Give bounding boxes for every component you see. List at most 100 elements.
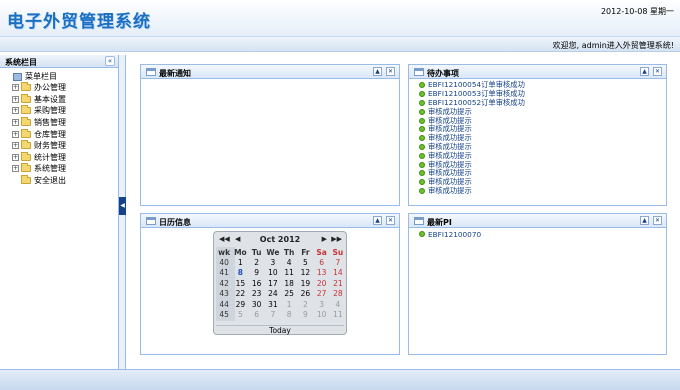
- calendar-day[interactable]: 7: [265, 310, 281, 319]
- calendar-day[interactable]: 7: [330, 258, 346, 267]
- calendar-day[interactable]: 1: [281, 300, 297, 309]
- calendar-day[interactable]: 12: [297, 268, 313, 277]
- calendar-day[interactable]: 30: [249, 300, 265, 309]
- calendar-day[interactable]: 6: [249, 310, 265, 319]
- latest-pi-panel-header[interactable]: 最新PI ▲ ✕: [409, 214, 666, 228]
- calendar-day[interactable]: 2: [249, 258, 265, 267]
- close-button[interactable]: ✕: [386, 67, 395, 76]
- calendar-day[interactable]: 15: [232, 279, 248, 288]
- sidebar-item[interactable]: + 仓库管理: [0, 128, 118, 140]
- sidebar-item[interactable]: 安全退出: [0, 175, 118, 187]
- status-dot-icon: [419, 91, 425, 98]
- calendar-day[interactable]: 10: [314, 310, 330, 319]
- expand-icon[interactable]: +: [12, 119, 19, 127]
- close-button[interactable]: ✕: [653, 67, 662, 76]
- calendar-day[interactable]: 10: [265, 268, 281, 277]
- collapse-arrow-button[interactable]: ◀: [119, 197, 126, 215]
- expand-icon[interactable]: +: [12, 84, 19, 92]
- collapse-sidebar-button[interactable]: «: [105, 56, 115, 66]
- calendar-day[interactable]: 5: [297, 258, 313, 267]
- calendar-day[interactable]: 8: [232, 268, 248, 277]
- calendar-day[interactable]: 16: [249, 279, 265, 288]
- sidebar-item[interactable]: + 办公管理: [0, 82, 118, 94]
- calendar-day[interactable]: 13: [314, 268, 330, 277]
- calendar-day[interactable]: 11: [281, 268, 297, 277]
- calendar-day[interactable]: 11: [330, 310, 346, 319]
- close-button[interactable]: ✕: [653, 216, 662, 225]
- expand-icon[interactable]: +: [12, 165, 19, 173]
- calendar-day[interactable]: 21: [330, 279, 346, 288]
- calendar-widget: ◀◀ ◀ Oct 2012 ▶ ▶▶ wk Mo Tu We Th Fr Sa Su 40 1 2 3…: [213, 231, 347, 335]
- notice-panel-header[interactable]: 最新通知 ▲ ✕: [141, 65, 399, 79]
- expand-icon[interactable]: +: [12, 107, 19, 115]
- folder-icon: [21, 163, 31, 173]
- calendar-week-row: 40 1 2 3 4 5 6 7: [216, 257, 346, 267]
- calendar-day[interactable]: 9: [297, 310, 313, 319]
- sidebar-item[interactable]: + 统计管理: [0, 151, 118, 164]
- calendar-day[interactable]: 22: [232, 289, 248, 298]
- folder-icon: [21, 128, 31, 138]
- folder-icon: [21, 82, 31, 92]
- calendar-day[interactable]: 9: [249, 268, 265, 277]
- folder-icon: [21, 105, 31, 115]
- window-icon: [414, 68, 424, 76]
- calendar-day[interactable]: 4: [330, 300, 346, 309]
- calendar-day[interactable]: 29: [232, 300, 248, 309]
- footer-bar: [0, 369, 680, 390]
- minimize-button[interactable]: ▲: [640, 216, 649, 225]
- calendar-day[interactable]: 31: [265, 300, 281, 309]
- calendar-day[interactable]: 23: [249, 289, 265, 298]
- calendar-day[interactable]: 4: [281, 258, 297, 267]
- todo-item[interactable]: 审核成功提示: [419, 186, 666, 196]
- calendar-day[interactable]: 2: [297, 300, 313, 309]
- status-dot-icon: [419, 231, 425, 238]
- expand-icon[interactable]: +: [12, 153, 19, 161]
- calendar-day[interactable]: 26: [297, 289, 313, 298]
- sidebar-item-label: 办公管理: [34, 83, 66, 93]
- menu-tree: 菜单栏目 + 办公管理 + 基本设置 + 采购管理 + 销售管理 + 仓库管理 + 财务管理 + 统计管理…: [0, 68, 118, 186]
- week-number: 42: [219, 278, 229, 288]
- sidebar-item[interactable]: + 基本设置: [0, 93, 118, 106]
- calendar-day[interactable]: 14: [330, 268, 346, 277]
- calendar-day[interactable]: 6: [314, 258, 330, 267]
- today-button[interactable]: Today: [214, 326, 346, 335]
- folder-icon: [21, 117, 31, 127]
- minimize-button[interactable]: ▲: [373, 67, 382, 76]
- calendar-day[interactable]: 3: [314, 300, 330, 309]
- expand-icon[interactable]: +: [12, 130, 19, 138]
- calendar-day[interactable]: 20: [314, 279, 330, 288]
- calendar-grid: wk Mo Tu We Th Fr Sa Su 40 1 2 3 4 5 6 7 41 8 9 10 11 12 13 14 4…: [216, 247, 346, 320]
- close-button[interactable]: ✕: [386, 216, 395, 225]
- calendar-day[interactable]: 19: [297, 279, 313, 288]
- weekday-header: Tu: [251, 247, 262, 257]
- sidebar-item-label: 安全退出: [34, 176, 66, 186]
- calendar-day[interactable]: 18: [281, 279, 297, 288]
- calendar-day[interactable]: 24: [265, 289, 281, 298]
- todo-panel-header[interactable]: 待办事项 ▲ ✕: [409, 65, 666, 79]
- minimize-button[interactable]: ▲: [640, 67, 649, 76]
- latest-pi-list: EBFI12100070: [409, 228, 666, 239]
- calendar-day[interactable]: 5: [232, 310, 248, 319]
- calendar-day[interactable]: 3: [265, 258, 281, 267]
- minimize-button[interactable]: ▲: [373, 216, 382, 225]
- next-month-button[interactable]: ▶: [322, 235, 327, 243]
- pi-item[interactable]: EBFI12100070: [419, 230, 666, 239]
- calendar-day[interactable]: 1: [232, 258, 248, 267]
- sidebar-item[interactable]: + 财务管理: [0, 140, 118, 152]
- calendar-day[interactable]: 27: [314, 289, 330, 298]
- next-year-button[interactable]: ▶▶: [331, 235, 342, 243]
- sidebar-item[interactable]: + 采购管理: [0, 105, 118, 117]
- tree-root-label: 菜单栏目: [25, 72, 57, 81]
- calendar-day[interactable]: 17: [265, 279, 281, 288]
- calendar-day[interactable]: 8: [281, 310, 297, 319]
- tree-root[interactable]: 菜单栏目: [0, 71, 118, 82]
- calendar-week-row: 44 29 30 31 1 2 3 4: [216, 299, 346, 309]
- sidebar-item[interactable]: + 销售管理: [0, 117, 118, 129]
- calendar-day[interactable]: 25: [281, 289, 297, 298]
- sidebar-item[interactable]: + 系统管理: [0, 163, 118, 175]
- expand-icon[interactable]: +: [12, 95, 19, 103]
- expand-icon[interactable]: +: [12, 142, 19, 150]
- calendar-panel-header[interactable]: 日历信息 ▲ ✕: [141, 214, 399, 228]
- calendar-day[interactable]: 28: [330, 289, 346, 298]
- latest-pi-panel-title: 最新PI: [427, 218, 452, 227]
